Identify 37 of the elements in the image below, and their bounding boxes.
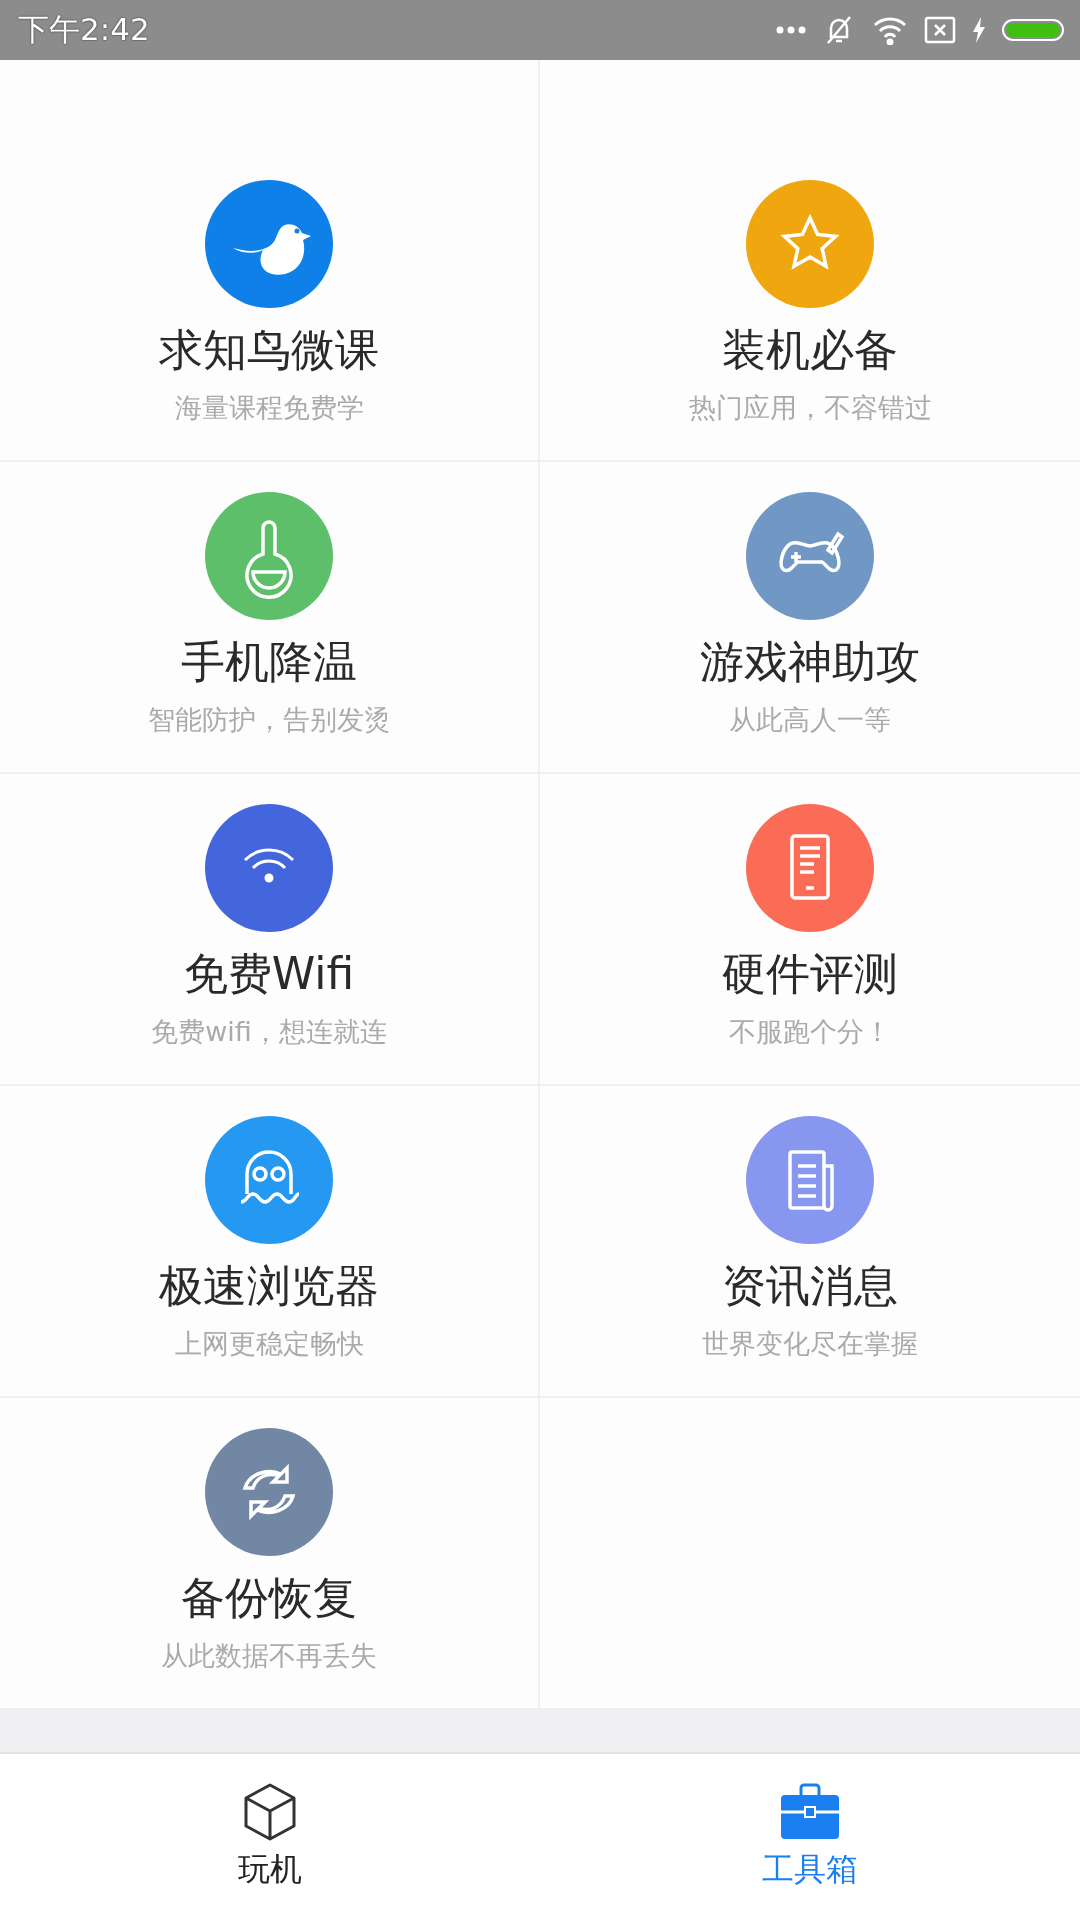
tool-tile[interactable]: 极速浏览器 上网更稳定畅快 xyxy=(0,1086,540,1398)
tool-subtitle: 从此高人一等 xyxy=(729,703,891,737)
tool-title: 资讯消息 xyxy=(722,1259,898,1313)
tool-title: 游戏神助攻 xyxy=(700,635,920,689)
tool-title: 求知鸟微课 xyxy=(159,323,379,377)
battery-icon xyxy=(1002,19,1064,41)
wifi-icon xyxy=(872,15,908,45)
tool-title: 备份恢复 xyxy=(181,1571,357,1625)
tool-subtitle: 智能防护，告别发烫 xyxy=(147,703,391,737)
clock-time: 下午2:42 xyxy=(18,10,150,49)
charging-bolt-icon xyxy=(972,17,986,43)
tool-tile[interactable]: 手机降温 智能防护，告别发烫 xyxy=(0,462,540,774)
tool-subtitle: 世界变化尽在掌握 xyxy=(702,1327,918,1361)
tool-title: 极速浏览器 xyxy=(159,1259,379,1313)
tool-subtitle: 免费wifi，想连就连 xyxy=(151,1015,387,1049)
toolbox-icon xyxy=(779,1782,841,1842)
tool-subtitle: 热门应用，不容错过 xyxy=(688,391,932,425)
tool-tile[interactable]: 游戏神助攻 从此高人一等 xyxy=(540,462,1080,774)
tab[interactable]: 玩机 xyxy=(0,1754,540,1920)
tool-tile[interactable]: 资讯消息 世界变化尽在掌握 xyxy=(540,1086,1080,1398)
tool-subtitle: 上网更稳定畅快 xyxy=(174,1327,364,1361)
tool-tile[interactable]: 免费Wifi 免费wifi，想连就连 xyxy=(0,774,540,1086)
tab[interactable]: 工具箱 xyxy=(540,1754,1080,1920)
tool-subtitle: 从此数据不再丢失 xyxy=(161,1639,377,1673)
tool-title: 手机降温 xyxy=(181,635,357,689)
tool-title: 硬件评测 xyxy=(722,947,898,1001)
more-dots-icon xyxy=(776,26,806,34)
tool-subtitle: 海量课程免费学 xyxy=(174,391,364,425)
tool-title: 免费Wifi xyxy=(183,947,355,1001)
tool-tile[interactable]: 装机必备 热门应用，不容错过 xyxy=(540,60,1080,462)
tool-tile[interactable]: 求知鸟微课 海量课程免费学 xyxy=(0,60,540,462)
tool-tile[interactable]: 备份恢复 从此数据不再丢失 xyxy=(0,1398,540,1710)
cube-icon xyxy=(242,1782,298,1842)
tool-subtitle: 不服跑个分！ xyxy=(729,1015,891,1049)
sim-card-icon xyxy=(924,16,956,44)
tool-tile[interactable]: 硬件评测 不服跑个分！ xyxy=(540,774,1080,1086)
tool-title: 装机必备 xyxy=(722,323,898,377)
